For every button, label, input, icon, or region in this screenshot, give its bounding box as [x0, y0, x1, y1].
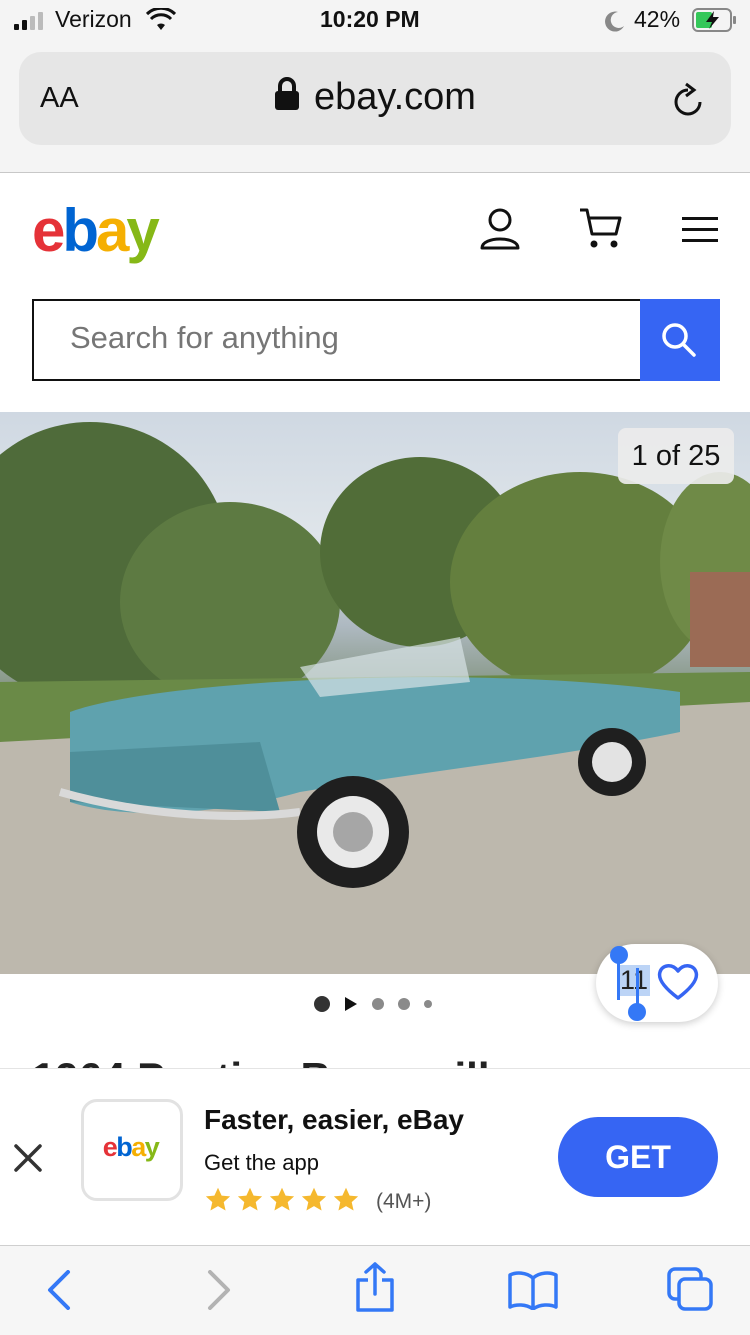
url-display[interactable]: ebay.com — [0, 76, 750, 119]
logo-letter-e: e — [32, 197, 65, 264]
url-text: ebay.com — [314, 76, 476, 118]
get-app-button[interactable]: GET — [558, 1117, 718, 1197]
logo-letter-y: y — [126, 197, 159, 264]
account-icon[interactable] — [478, 206, 522, 250]
back-icon[interactable] — [44, 1270, 74, 1310]
icon-letter-e: e — [102, 1132, 118, 1162]
carousel-dots[interactable] — [314, 996, 432, 1012]
text-selection-handles[interactable] — [608, 944, 648, 1024]
heart-icon — [657, 964, 699, 1000]
carousel-dot[interactable] — [372, 998, 384, 1010]
play-video-icon[interactable] — [344, 996, 358, 1012]
signal-strength-icon — [14, 12, 43, 30]
battery-charging-icon — [692, 8, 736, 32]
rating-stars — [204, 1186, 360, 1214]
lock-icon — [275, 77, 300, 110]
carousel-dot-active[interactable] — [314, 996, 330, 1012]
star-icon — [301, 1187, 327, 1211]
search-input[interactable] — [68, 319, 632, 357]
tabs-icon[interactable] — [666, 1266, 714, 1312]
carrier-label: Verizon — [55, 6, 132, 32]
icon-letter-a: a — [131, 1132, 146, 1162]
status-bar: Verizon 10:20 PM 42% — [0, 0, 750, 40]
convertible-car-photo — [0, 422, 750, 974]
carousel-dot[interactable] — [398, 998, 410, 1010]
photo-counter: 1 of 25 — [618, 428, 734, 484]
star-icon — [333, 1187, 359, 1211]
bookmarks-icon[interactable] — [508, 1270, 558, 1310]
star-icon — [237, 1187, 263, 1211]
wifi-icon — [146, 8, 176, 30]
star-icon — [205, 1187, 231, 1211]
banner-title: Faster, easier, eBay — [204, 1104, 464, 1135]
logo-letter-b: b — [62, 197, 99, 264]
search-box — [32, 299, 642, 381]
app-icon-logo: ebay — [81, 1132, 180, 1163]
rating-count: (4M+) — [376, 1190, 432, 1213]
reload-icon[interactable] — [670, 82, 706, 120]
logo-letter-a: a — [96, 197, 129, 264]
clock: 10:20 PM — [320, 6, 420, 32]
star-icon — [269, 1187, 295, 1211]
share-icon[interactable] — [354, 1262, 396, 1312]
moon-icon — [605, 11, 624, 32]
cart-icon[interactable] — [578, 206, 624, 250]
menu-icon[interactable] — [680, 216, 720, 244]
carousel-dot[interactable] — [424, 1000, 432, 1008]
banner-subtitle: Get the app — [204, 1150, 319, 1175]
close-icon[interactable] — [12, 1142, 44, 1174]
icon-letter-y: y — [144, 1132, 160, 1162]
battery-percent: 42% — [634, 6, 681, 32]
search-button[interactable] — [640, 299, 720, 381]
search-icon — [662, 323, 696, 357]
ebay-logo[interactable]: ebay — [32, 196, 160, 265]
listing-photo[interactable] — [0, 412, 750, 974]
icon-letter-b: b — [116, 1132, 133, 1162]
forward-icon[interactable] — [204, 1270, 234, 1310]
